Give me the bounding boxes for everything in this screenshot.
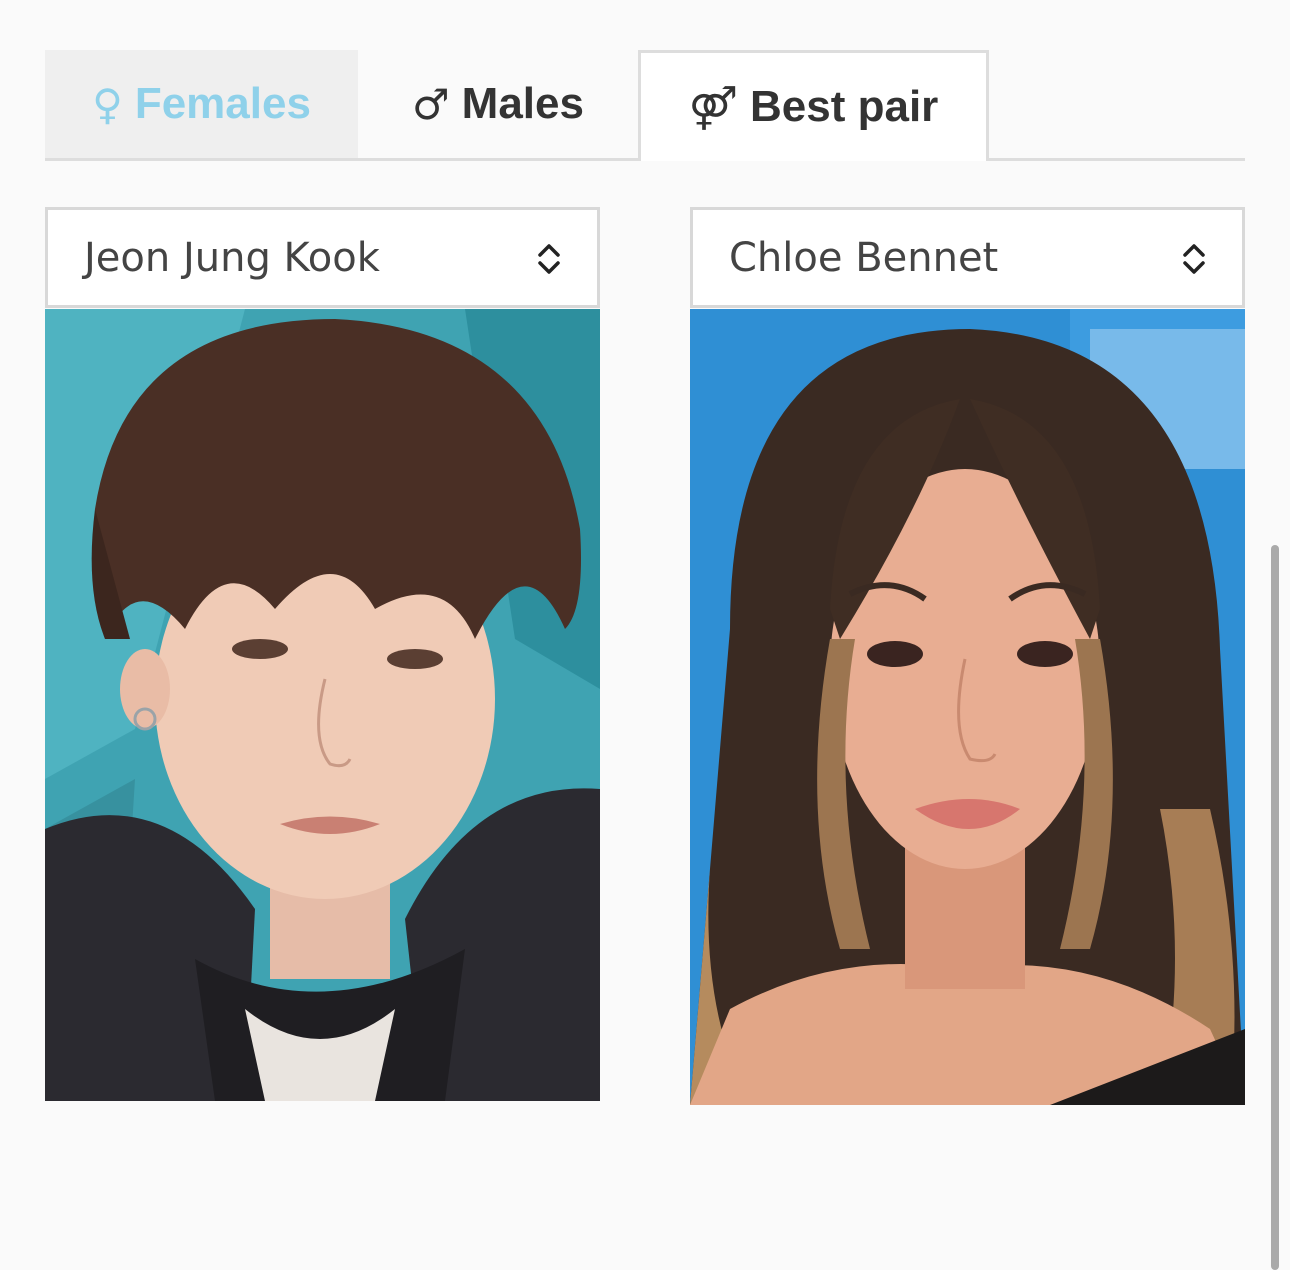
- pair-symbol-icon: ⚤: [688, 82, 739, 132]
- scrollbar[interactable]: [1271, 545, 1279, 1270]
- tab-best-pair[interactable]: ⚤ Best pair: [638, 50, 989, 161]
- tab-females[interactable]: ♀ Females: [45, 50, 358, 158]
- left-person-select[interactable]: Jeon Jung Kook: [45, 207, 600, 308]
- tab-males[interactable]: ♂ Males: [358, 50, 638, 158]
- tab-best-pair-label: Best pair: [750, 82, 939, 131]
- chevron-updown-icon: [1183, 244, 1205, 274]
- best-pair-page: ♀ Females ♂ Males ⚤ Best pair Jeon Jung …: [0, 0, 1290, 1270]
- female-symbol-icon: ♀: [92, 79, 123, 129]
- chevron-updown-icon: [538, 244, 560, 274]
- left-person-select-value: Jeon Jung Kook: [84, 234, 380, 281]
- right-person-select-value: Chloe Bennet: [729, 234, 999, 281]
- right-person-photo: [690, 309, 1245, 1105]
- tab-females-label: Females: [134, 79, 311, 128]
- male-symbol-icon: ♂: [412, 79, 450, 129]
- right-person-select[interactable]: Chloe Bennet: [690, 207, 1245, 308]
- tab-males-label: Males: [461, 79, 584, 128]
- gender-tabs: ♀ Females ♂ Males ⚤ Best pair: [45, 50, 1245, 161]
- left-person-photo: [45, 309, 600, 1101]
